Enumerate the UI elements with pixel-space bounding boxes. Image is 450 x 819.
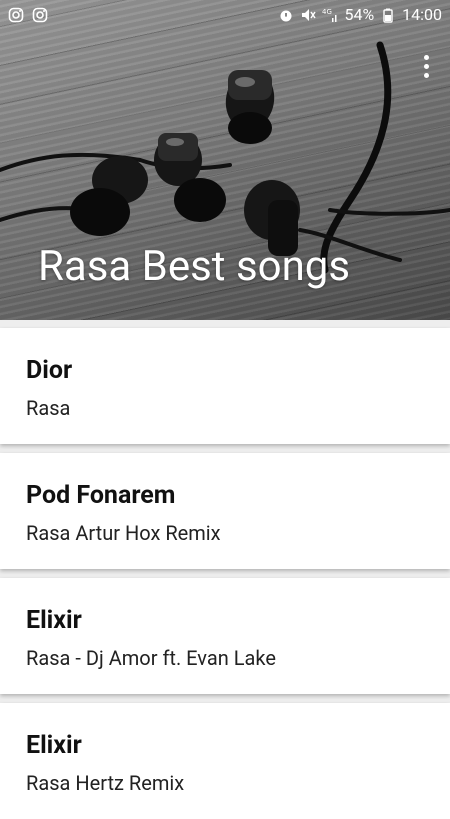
status-bar: 4G 54% 14:00 [0,0,450,30]
song-card[interactable]: Pod Fonarem Rasa Artur Hox Remix [0,453,450,569]
battery-percent: 54% [344,5,375,24]
song-artist: Rasa - Dj Amor ft. Evan Lake [26,646,276,670]
instagram-icon [32,7,48,23]
instagram-icon [8,7,24,23]
song-title: Elixir [26,731,82,760]
song-card[interactable]: Elixir Rasa Hertz Remix [0,703,450,819]
song-artist: Rasa [26,396,71,420]
clock: 14:00 [402,5,442,24]
page-title: Rasa Best songs [38,242,351,291]
song-title: Pod Fonarem [26,481,176,510]
header-banner: 4G 54% 14:00 Rasa Best songs [0,0,450,320]
vibrate-mute-icon [302,8,317,21]
song-title: Dior [26,356,73,385]
alarm-icon [280,10,292,21]
4g-signal-icon: 4G [322,8,337,22]
song-card[interactable]: Elixir Rasa - Dj Amor ft. Evan Lake [0,578,450,694]
svg-text:4G: 4G [322,8,332,16]
song-artist: Rasa Artur Hox Remix [26,521,221,545]
battery-icon [383,8,393,23]
more-vert-icon[interactable] [416,52,436,80]
song-title: Elixir [26,606,82,635]
song-artist: Rasa Hertz Remix [26,771,185,795]
song-card[interactable]: Dior Rasa [0,328,450,444]
